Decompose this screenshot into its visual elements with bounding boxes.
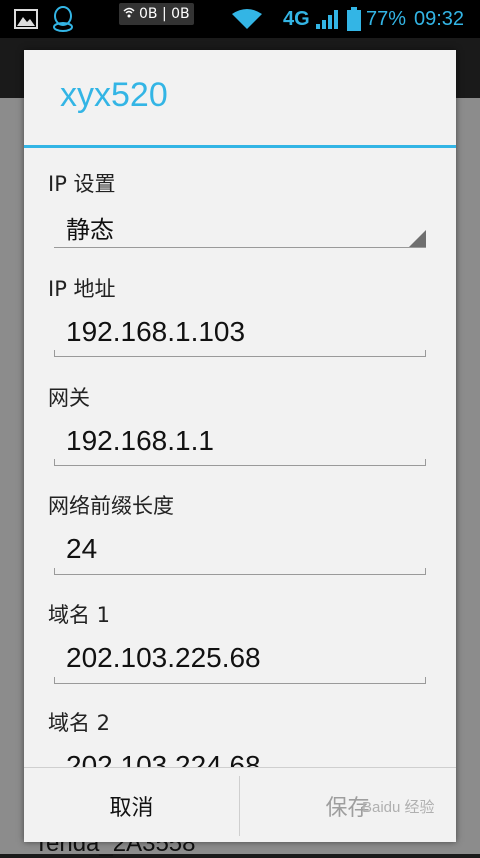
gallery-icon <box>14 0 38 38</box>
gateway-field[interactable]: 192.168.1.1 <box>66 425 214 457</box>
wifi-hotspot-icon <box>123 6 135 22</box>
prefix-length-underline <box>54 568 426 575</box>
wifi-config-dialog: xyx520 IP 设置 静态 IP 地址 192.168.1.103 网关 1… <box>24 50 456 842</box>
cancel-button[interactable]: 取消 <box>24 768 239 842</box>
battery-icon <box>347 0 361 38</box>
dns1-field[interactable]: 202.103.225.68 <box>66 642 261 674</box>
spinner-underline <box>54 247 426 248</box>
dns2-label: 域名 2 <box>48 711 111 735</box>
baidu-watermark: Baidu 经验 <box>362 799 435 816</box>
prefix-length-label: 网络前缀长度 <box>48 494 174 518</box>
traffic-indicator: 0B | 0B <box>119 3 194 25</box>
ip-address-field[interactable]: 192.168.1.103 <box>66 316 245 348</box>
ip-settings-value[interactable]: 静态 <box>66 210 114 245</box>
battery-percent: 77% <box>366 7 407 30</box>
title-divider <box>24 145 456 148</box>
ip-address-underline <box>54 350 426 357</box>
wifi-icon <box>232 0 262 38</box>
ip-settings-label: IP 设置 <box>48 172 116 196</box>
prefix-length-field[interactable]: 24 <box>66 533 97 565</box>
dns1-underline <box>54 677 426 684</box>
gateway-underline <box>54 459 426 466</box>
traffic-text: 0B | 0B <box>139 6 190 22</box>
dns1-label: 域名 1 <box>48 603 111 627</box>
qq-icon <box>52 0 74 38</box>
signal-icon <box>316 0 340 38</box>
gateway-label: 网关 <box>48 386 90 410</box>
clock: 09:32 <box>414 7 465 30</box>
ip-address-label: IP 地址 <box>48 277 116 301</box>
dialog-title: xyx520 <box>60 76 168 114</box>
status-bar: 0B | 0B 4G 77% 09:32 <box>0 0 480 38</box>
network-type: 4G <box>283 7 310 30</box>
dropdown-arrow-icon[interactable] <box>409 230 426 247</box>
